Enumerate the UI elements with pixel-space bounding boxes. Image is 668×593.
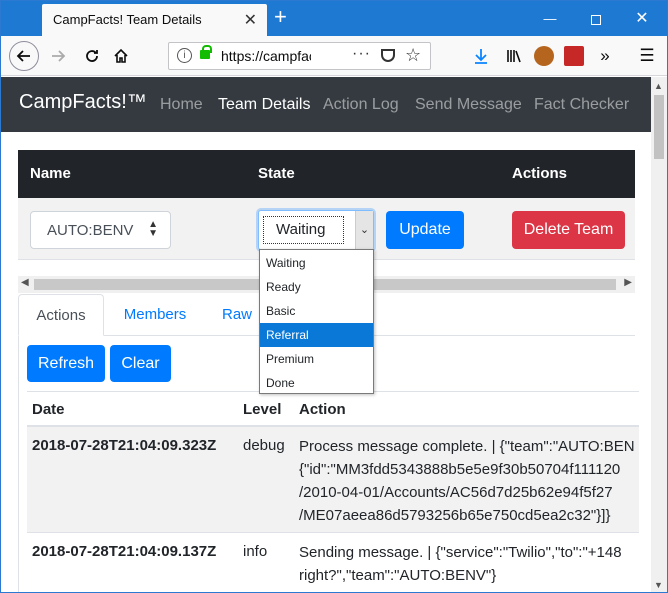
title-bar: CampFacts! Team Details ✕ + — ✕ — [1, 1, 667, 36]
log-date: 2018-07-28T21:04:09.323Z — [32, 437, 217, 454]
url-bar[interactable]: i https://campfacts ··· ☆ — [168, 42, 431, 70]
nav-team-details[interactable]: Team Details — [218, 96, 310, 114]
maximize-button[interactable] — [573, 1, 619, 36]
tab-title: CampFacts! Team Details — [53, 12, 202, 27]
team-select-value: AUTO:BENV — [47, 222, 134, 239]
vertical-scrollbar[interactable]: ▲ ▼ — [651, 77, 667, 592]
hamburger-menu-icon[interactable]: ☰ — [634, 42, 660, 70]
tab-raw[interactable]: Raw — [213, 294, 261, 336]
state-option-basic[interactable]: Basic — [260, 299, 373, 323]
nav-send-message[interactable]: Send Message — [415, 96, 522, 114]
state-option-premium[interactable]: Premium — [260, 347, 373, 371]
chevron-down-icon[interactable]: ⌄ — [355, 211, 373, 249]
forward-button[interactable] — [45, 42, 71, 70]
tab-actions[interactable]: Actions — [18, 294, 104, 336]
page-viewport: CampFacts!™ Home Team Details Action Log… — [1, 77, 651, 592]
log-action-line: Sending message. | {"service":"Twilio","… — [299, 544, 622, 561]
state-option-ready[interactable]: Ready — [260, 275, 373, 299]
home-icon — [114, 48, 128, 63]
download-button[interactable] — [469, 42, 493, 70]
state-dropdown-list: Waiting Ready Basic Referral Premium Don… — [259, 249, 374, 394]
url-text[interactable]: https://campfacts — [221, 48, 311, 64]
header-name: Name — [30, 165, 71, 182]
maximize-icon — [591, 14, 601, 25]
log-action-line: Process message complete. | {"team":"AUT… — [299, 438, 635, 455]
log-action-line: /ME07aeea86d5793256b65e750cd5ea2c32"}]} — [299, 507, 611, 524]
nav-home[interactable]: Home — [160, 96, 203, 114]
nav-fact-checker[interactable]: Fact Checker — [534, 96, 629, 114]
team-table-header: Name State Actions — [18, 150, 635, 198]
bookmark-star-icon[interactable]: ☆ — [405, 45, 421, 66]
browser-toolbar: i https://campfacts ··· ☆ » ☰ — [1, 36, 667, 76]
log-date: 2018-07-28T21:04:09.137Z — [32, 543, 217, 560]
browser-tab[interactable]: CampFacts! Team Details ✕ — [42, 4, 267, 36]
tab-close-icon[interactable]: ✕ — [244, 10, 257, 30]
updown-arrows-icon: ▲ ▼ — [148, 219, 158, 239]
app-navbar: CampFacts!™ Home Team Details Action Log… — [1, 77, 651, 132]
forward-arrow-icon — [52, 50, 66, 62]
reload-button[interactable] — [79, 42, 105, 70]
log-action-line: {"id":"MM3fdd5343888b5e5e9f30b50704f1111… — [299, 461, 621, 478]
pocket-icon[interactable] — [381, 49, 395, 62]
log-level: info — [243, 543, 268, 560]
close-window-button[interactable]: ✕ — [619, 1, 665, 36]
log-action-line: right?","team":"AUTO:BENV"} — [299, 567, 497, 584]
log-level: debug — [243, 437, 285, 454]
table-row: 2018-07-28T21:04:09.323Z debug Process m… — [27, 427, 639, 533]
header-actions: Actions — [512, 165, 568, 182]
log-table-header: Date Level Action — [27, 391, 639, 427]
header-date: Date — [32, 401, 65, 418]
log-action: Sending message. | {"service":"Twilio","… — [299, 541, 639, 587]
overflow-menu-icon[interactable]: » — [595, 42, 615, 70]
lock-icon — [200, 45, 212, 59]
state-option-waiting[interactable]: Waiting — [260, 251, 373, 275]
page-actions-icon[interactable]: ··· — [352, 45, 371, 63]
scroll-right-icon[interactable]: ▶ — [624, 277, 632, 288]
refresh-button[interactable]: Refresh — [27, 345, 105, 382]
library-icon — [507, 50, 521, 63]
update-button[interactable]: Update — [386, 211, 464, 249]
library-button[interactable] — [501, 42, 527, 70]
red-extension-icon[interactable] — [564, 46, 584, 66]
state-option-done[interactable]: Done — [260, 371, 373, 395]
minimize-button[interactable]: — — [527, 1, 573, 36]
scroll-left-icon[interactable]: ◀ — [21, 277, 29, 288]
back-button[interactable] — [9, 41, 39, 71]
log-action-line: /2010-04-01/Accounts/AC56d7d25b62e94f5f2… — [299, 484, 613, 501]
scroll-down-icon[interactable]: ▼ — [654, 580, 663, 590]
tab-members[interactable]: Members — [109, 294, 201, 336]
brand-logo[interactable]: CampFacts!™ — [19, 91, 147, 114]
team-select[interactable]: AUTO:BENV ▲ ▼ — [30, 211, 171, 249]
log-action: Process message complete. | {"team":"AUT… — [299, 435, 639, 527]
nav-action-log[interactable]: Action Log — [323, 96, 399, 114]
delete-team-button[interactable]: Delete Team — [512, 211, 625, 249]
download-icon — [475, 49, 487, 64]
info-icon[interactable]: i — [177, 48, 192, 63]
header-level: Level — [243, 401, 282, 418]
scroll-thumb[interactable] — [654, 95, 664, 159]
state-select-value: Waiting — [263, 216, 344, 244]
browser-window: CampFacts! Team Details ✕ + — ✕ i https:… — [0, 0, 668, 593]
back-arrow-icon — [16, 50, 30, 62]
new-tab-button[interactable]: + — [274, 5, 287, 29]
clear-button[interactable]: Clear — [110, 345, 171, 382]
monkey-extension-icon[interactable] — [534, 46, 554, 66]
home-button[interactable] — [108, 42, 134, 70]
table-row: 2018-07-28T21:04:09.137Z info Sending me… — [27, 533, 639, 592]
state-select[interactable]: Waiting ⌄ — [258, 210, 374, 250]
scroll-up-icon[interactable]: ▲ — [654, 81, 663, 91]
reload-icon — [86, 50, 98, 62]
state-option-referral[interactable]: Referral — [260, 323, 373, 347]
header-action: Action — [299, 401, 346, 418]
header-state: State — [258, 165, 295, 182]
